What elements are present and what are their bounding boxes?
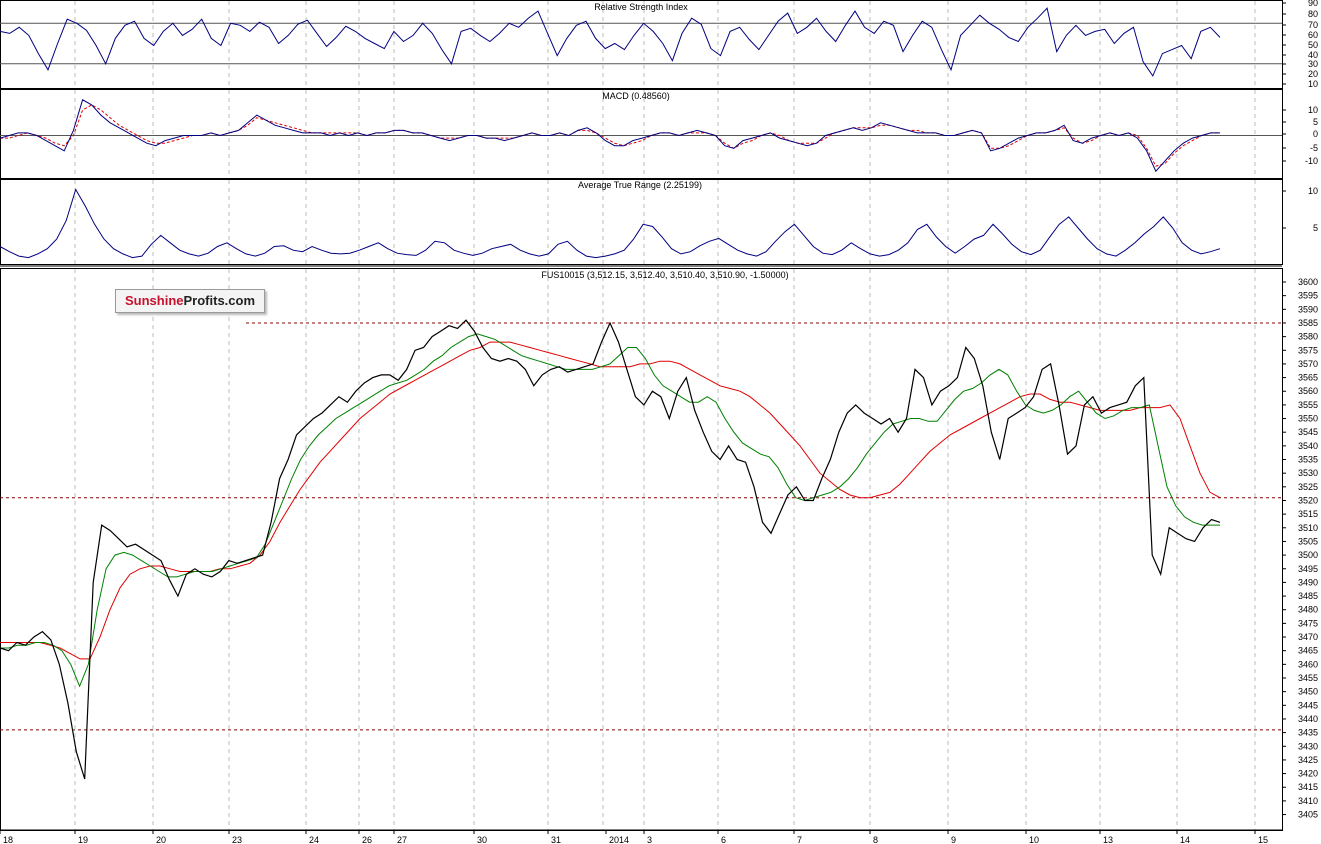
ytick-label: 3460	[1298, 659, 1318, 669]
ytick-label: 10	[1308, 79, 1318, 89]
ytick-label: 3540	[1298, 441, 1318, 451]
ytick-label: 5	[1313, 117, 1318, 127]
ytick-label: 3450	[1298, 687, 1318, 697]
xtick-label: 8	[873, 835, 878, 844]
ytick-label: 10	[1308, 186, 1318, 196]
xtick-label: 30	[477, 835, 487, 844]
ytick-label: 3550	[1298, 414, 1318, 424]
ytick-label: 90	[1308, 0, 1318, 8]
ytick-label: 30	[1308, 59, 1318, 69]
ytick-label: 3495	[1298, 564, 1318, 574]
ytick-label: 3410	[1298, 796, 1318, 806]
ytick-label: 3465	[1298, 646, 1318, 656]
ytick-label: 3425	[1298, 755, 1318, 765]
ytick-label: 3565	[1298, 373, 1318, 383]
xtick-label: 7	[797, 835, 802, 844]
xtick-label: 9	[951, 835, 956, 844]
logo-part-profits: Profits.com	[183, 293, 256, 308]
ytick-label: 3515	[1298, 509, 1318, 519]
xtick-label: 20	[156, 835, 166, 844]
ytick-label: 3490	[1298, 577, 1318, 587]
ytick-label: 3405	[1298, 810, 1318, 820]
ytick-label: 3470	[1298, 632, 1318, 642]
xtick-label: 10	[1029, 835, 1039, 844]
price-title: FUS10015 (3,512.15, 3,512.40, 3,510.40, …	[541, 270, 788, 280]
sunshine-profits-logo: SunshineProfits.com	[115, 289, 265, 313]
xtick-label: 14	[1180, 835, 1190, 844]
rsi-line	[0, 7, 1221, 77]
ytick-label: 3585	[1298, 318, 1318, 328]
ytick-label: 50	[1308, 40, 1318, 50]
ytick-label: 3420	[1298, 769, 1318, 779]
xtick-label: 2014	[609, 835, 629, 844]
xtick-label: 19	[78, 835, 88, 844]
logo-part-sunshine: Sunshine	[124, 293, 184, 308]
xtick-label: 31	[551, 835, 561, 844]
atr-title: Average True Range (2.25199)	[578, 180, 702, 190]
ytick-label: -10	[1305, 156, 1318, 166]
ytick-label: 20	[1308, 69, 1318, 79]
xtick-label: 26	[362, 835, 372, 844]
xtick-label: 3	[647, 835, 652, 844]
ytick-label: 0	[1313, 129, 1318, 139]
ytick-label: 3415	[1298, 782, 1318, 792]
ytick-label: 3570	[1298, 359, 1318, 369]
ytick-label: 3480	[1298, 605, 1318, 615]
ytick-label: 3455	[1298, 673, 1318, 683]
ytick-label: 3445	[1298, 700, 1318, 710]
price-chart: 9080706050403020101050-5-101053600359535…	[0, 0, 1318, 844]
ytick-label: 3430	[1298, 741, 1318, 751]
slow-ma-line	[0, 341, 1221, 660]
ytick-label: 3535	[1298, 455, 1318, 465]
ytick-label: 3435	[1298, 728, 1318, 738]
pane-frame-3	[0, 268, 1283, 831]
ytick-label: 3520	[1298, 495, 1318, 505]
ytick-label: 3500	[1298, 550, 1318, 560]
price-line	[0, 319, 1221, 780]
ytick-label: 60	[1308, 30, 1318, 40]
ytick-label: 3590	[1298, 304, 1318, 314]
ytick-label: -5	[1310, 143, 1318, 153]
atr-line	[0, 188, 1221, 259]
xtick-label: 15	[1258, 835, 1268, 844]
xtick-label: 18	[3, 835, 13, 844]
xtick-label: 27	[397, 835, 407, 844]
ytick-label: 3475	[1298, 618, 1318, 628]
ytick-label: 3545	[1298, 427, 1318, 437]
ytick-label: 3530	[1298, 468, 1318, 478]
ytick-label: 10	[1308, 105, 1318, 115]
ytick-label: 3555	[1298, 400, 1318, 410]
ytick-label: 3505	[1298, 536, 1318, 546]
rsi-title: Relative Strength Index	[594, 2, 688, 12]
xtick-label: 24	[309, 835, 319, 844]
ytick-label: 80	[1308, 9, 1318, 19]
ytick-label: 3600	[1298, 277, 1318, 287]
macd-title: MACD (0.48560)	[602, 91, 670, 101]
ytick-label: 3485	[1298, 591, 1318, 601]
xtick-label: 13	[1103, 835, 1113, 844]
ytick-label: 3595	[1298, 291, 1318, 301]
ytick-label: 3560	[1298, 386, 1318, 396]
pane-frame-1	[0, 89, 1283, 179]
ytick-label: 3575	[1298, 345, 1318, 355]
pane-frame-0	[0, 0, 1283, 89]
xtick-label: 6	[721, 835, 726, 844]
ytick-label: 3525	[1298, 482, 1318, 492]
ytick-label: 5	[1313, 223, 1318, 233]
ytick-label: 3510	[1298, 523, 1318, 533]
ytick-label: 3440	[1298, 714, 1318, 724]
ytick-label: 3580	[1298, 332, 1318, 342]
ytick-label: 70	[1308, 20, 1318, 30]
xtick-label: 23	[232, 835, 242, 844]
pane-frame-2	[0, 179, 1283, 265]
